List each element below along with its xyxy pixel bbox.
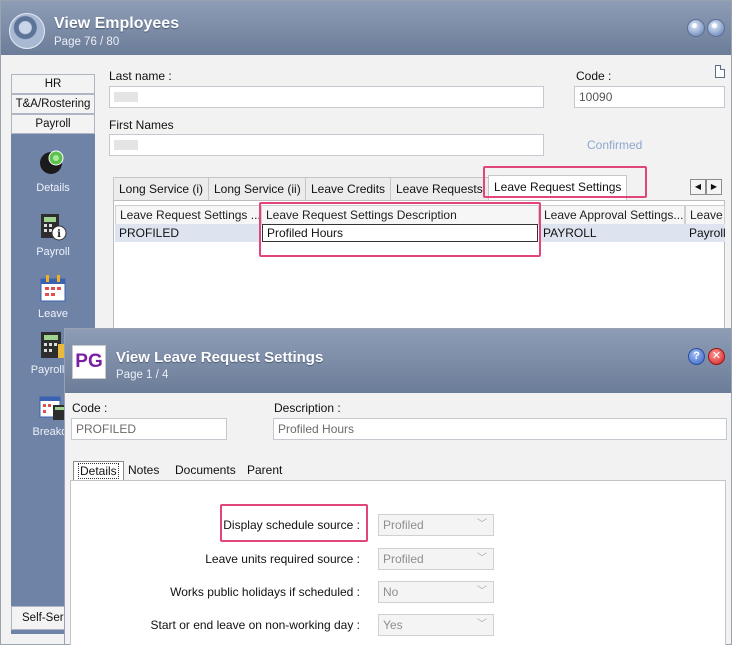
chevron-down-icon: ﹀: [477, 519, 487, 530]
grid-cell-description[interactable]: Profiled Hours: [262, 224, 538, 242]
tab-details[interactable]: Details: [73, 461, 124, 482]
grid-cell-leave[interactable]: Payroll: [685, 224, 725, 242]
select-value: Yes: [383, 618, 403, 632]
chevron-down-icon: ﹀: [477, 553, 487, 564]
help-icon[interactable]: ?: [688, 348, 705, 365]
status-confirmed: Confirmed: [587, 138, 643, 152]
display-schedule-source-select[interactable]: Profiled ﹀: [378, 514, 494, 536]
start-end-leave-non-working-label: Start or end leave on non-working day :: [150, 618, 360, 632]
first-names-label: First Names: [109, 118, 174, 132]
employee-code-field[interactable]: 10090: [574, 86, 725, 108]
tab-long-service-i[interactable]: Long Service (i): [113, 177, 210, 201]
select-value: No: [383, 585, 399, 599]
maximize-circle-icon[interactable]: [707, 19, 725, 37]
svg-text:i: i: [57, 229, 61, 240]
last-name-label: Last name :: [109, 69, 172, 83]
sidebar-tab-hr[interactable]: HR: [11, 74, 95, 94]
close-icon[interactable]: ✕: [708, 348, 725, 365]
works-public-holidays-label: Works public holidays if scheduled :: [170, 585, 360, 599]
sidebar-item-label: Payroll: [36, 246, 70, 258]
view-leave-request-settings-window: PG View Leave Request Settings Page 1 / …: [64, 328, 732, 645]
select-value: Profiled: [383, 552, 424, 566]
grid-cell-code[interactable]: PROFILED: [115, 224, 261, 242]
minimize-circle-icon[interactable]: [687, 19, 705, 37]
chevron-down-icon: ﹀: [477, 586, 487, 597]
leave-units-required-source-select[interactable]: Profiled ﹀: [378, 548, 494, 570]
code-label: Code :: [576, 69, 612, 83]
grid-header-code[interactable]: Leave Request Settings ...: [115, 205, 261, 225]
start-end-leave-non-working-select[interactable]: Yes ﹀: [378, 614, 494, 636]
employees-window-title: View Employees: [54, 15, 180, 32]
description-label: Description :: [274, 401, 341, 415]
sidebar-tab-ta-rostering[interactable]: T&A/Rostering: [11, 94, 95, 114]
leave-code-field[interactable]: PROFILED: [71, 418, 227, 440]
employees-titlebar: View Employees Page 76 / 80: [1, 1, 731, 55]
tab-notes[interactable]: Notes: [124, 461, 163, 481]
select-value: Profiled: [383, 518, 424, 532]
sidebar-item-label: Leave: [38, 308, 68, 320]
tab-scroll-right-icon[interactable]: ▶: [706, 179, 722, 195]
grid-header-description[interactable]: Leave Request Settings Description: [261, 205, 539, 225]
details-panel: Display schedule source : Profiled ﹀ Leav…: [70, 480, 726, 645]
last-name-field[interactable]: [109, 86, 544, 108]
tab-scroll-left-icon[interactable]: ◀: [690, 179, 706, 195]
grid-cell-approval[interactable]: PAYROLL: [539, 224, 685, 242]
sidebar-item-payroll[interactable]: i Payroll: [11, 212, 95, 258]
tab-leave-credits[interactable]: Leave Credits: [305, 177, 392, 201]
leave-settings-grid: Leave Request Settings ... Leave Request…: [113, 200, 725, 340]
works-public-holidays-select[interactable]: No ﹀: [378, 581, 494, 603]
chevron-down-icon: ﹀: [477, 619, 487, 630]
tab-long-service-ii[interactable]: Long Service (ii): [208, 177, 307, 201]
sidebar-tab-payroll[interactable]: Payroll: [11, 114, 95, 134]
first-names-field[interactable]: [109, 134, 544, 156]
tab-leave-requests[interactable]: Leave Requests: [390, 177, 489, 201]
sidebar-item-details[interactable]: Details: [11, 148, 95, 194]
tab-documents[interactable]: Documents: [171, 461, 240, 481]
grid-header-approval[interactable]: Leave Approval Settings...: [539, 205, 685, 225]
leave-settings-window-title: View Leave Request Settings: [116, 349, 324, 366]
tab-leave-request-settings[interactable]: Leave Request Settings: [488, 175, 628, 200]
tab-parent[interactable]: Parent: [243, 461, 286, 481]
employee-avatar-icon: [9, 13, 45, 49]
sidebar-item-leave[interactable]: Leave: [11, 274, 95, 320]
sidebar-item-label: Details: [36, 182, 70, 194]
pg-logo: PG: [72, 345, 106, 379]
display-schedule-source-label: Display schedule source :: [223, 518, 360, 532]
grid-header-leave[interactable]: Leave: [685, 205, 725, 225]
employees-page-indicator: Page 76 / 80: [54, 36, 120, 48]
code-label: Code :: [72, 401, 108, 415]
tab-label: Details: [78, 463, 119, 479]
calculator-info-icon: i: [38, 212, 68, 242]
leave-settings-titlebar: PG View Leave Request Settings Page 1 / …: [65, 329, 731, 393]
leave-settings-page-indicator: Page 1 / 4: [116, 369, 169, 381]
leave-units-required-source-label: Leave units required source :: [205, 552, 360, 566]
leave-description-field[interactable]: Profiled Hours: [273, 418, 727, 440]
person-details-icon: [38, 148, 68, 178]
calendar-icon: [38, 274, 68, 304]
document-icon[interactable]: [715, 65, 725, 78]
